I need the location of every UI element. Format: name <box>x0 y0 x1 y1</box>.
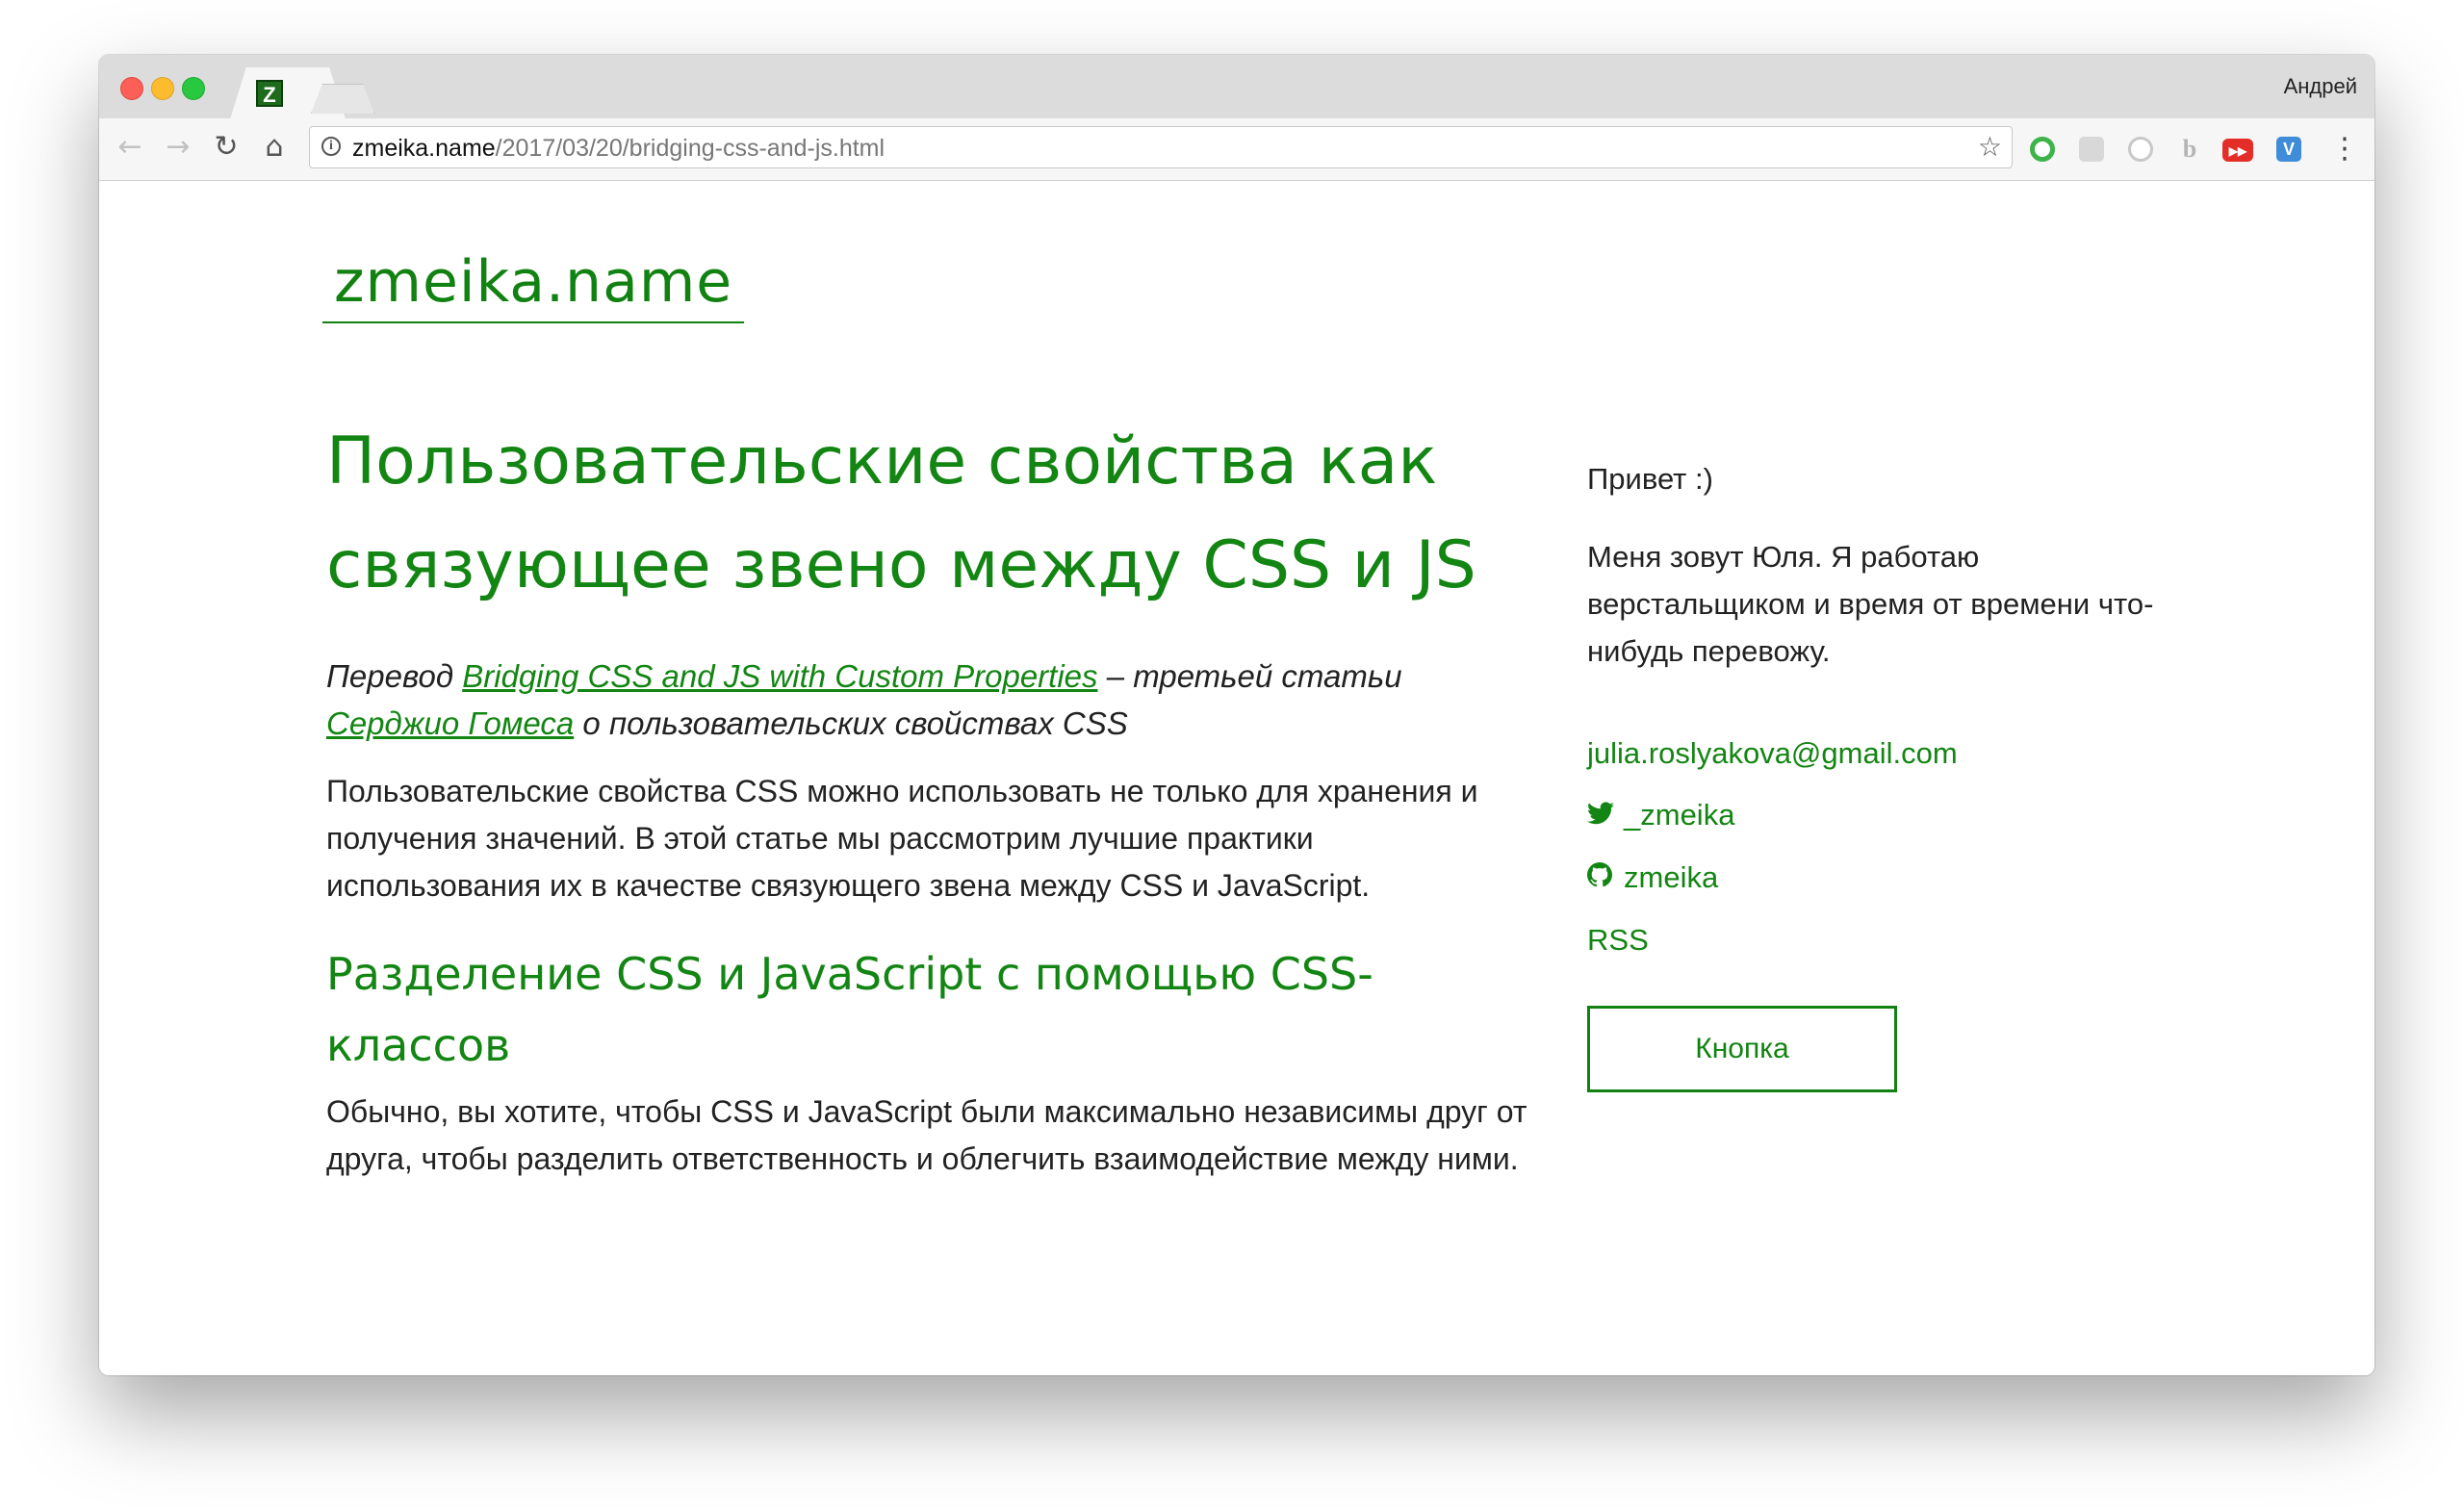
sidebar-item-email: julia.roslyakova@gmail.com <box>1587 723 2165 784</box>
url-path: /2017/03/20/bridging-css-and-js.html <box>495 135 886 162</box>
sidebar-greeting: Привет :) <box>1587 462 1713 496</box>
demo-button[interactable]: Кнопка <box>1587 1006 1897 1092</box>
close-window-button[interactable] <box>120 77 143 100</box>
article-title: Пользовательские свойства как связующее … <box>326 423 1476 603</box>
sidebar-item-twitter: _zmeika <box>1587 784 2165 847</box>
back-arrow-icon[interactable]: ← <box>113 130 147 165</box>
article-intro: Перевод Bridging CSS and JS with Custom … <box>326 653 1529 747</box>
sidebar-links: julia.roslyakova@gmail.com _zmeika zmeik… <box>1587 723 2165 971</box>
minimize-window-button[interactable] <box>151 77 174 100</box>
email-link[interactable]: julia.roslyakova@gmail.com <box>1587 736 1958 770</box>
maximize-window-button[interactable] <box>182 77 205 100</box>
article-paragraph: Обычно, вы хотите, чтобы CSS и JavaScrip… <box>326 1094 1527 1176</box>
extension-green-icon[interactable] <box>2030 137 2055 162</box>
article-paragraph: Пользовательские свойства CSS можно испо… <box>326 774 1478 903</box>
sidebar-item-rss: RSS <box>1587 909 2165 971</box>
intro-mid: – третьей статьи <box>1097 658 1402 694</box>
twitter-icon <box>1587 785 1624 847</box>
section-title: Разделение CSS и JavaScript с помощью CS… <box>326 948 1373 1071</box>
menu-icon[interactable]: ⋮ <box>2330 132 2359 166</box>
url-host: zmeika.name <box>352 135 496 162</box>
rss-link[interactable]: RSS <box>1587 923 1649 957</box>
page-content: zmeika.name Пользовательские свойства ка… <box>99 181 2374 1375</box>
tab-strip: Z Андрей <box>99 55 2374 119</box>
intro-original-link[interactable]: Bridging CSS and JS with Custom Properti… <box>462 658 1097 694</box>
extension-youtube-icon[interactable]: ▶▶ <box>2222 139 2253 162</box>
article: Пользовательские свойства как связующее … <box>326 410 1529 1183</box>
extension-v-icon[interactable]: V <box>2276 137 2301 162</box>
intro-suffix: о пользовательских свойствах CSS <box>574 705 1128 741</box>
address-bar[interactable]: i zmeika.name/2017/03/20/bridging-css-an… <box>309 126 2013 168</box>
sidebar-item-github: zmeika <box>1587 847 2165 909</box>
sidebar: Привет :) Меня зовут Юля. Я работаю верс… <box>1587 455 2165 1092</box>
github-link[interactable]: zmeika <box>1624 860 1718 894</box>
forward-arrow-icon[interactable]: → <box>161 130 195 165</box>
intro-author-link[interactable]: Серджио Гомеса <box>326 705 574 741</box>
extension-grid-icon[interactable] <box>2079 137 2104 162</box>
home-icon[interactable]: ⌂ <box>257 130 292 165</box>
sidebar-about: Меня зовут Юля. Я работаю верстальщиком … <box>1587 540 2154 668</box>
tab-favicon-icon: Z <box>256 80 283 107</box>
profile-button[interactable]: Андрей <box>2284 74 2357 99</box>
info-icon[interactable]: i <box>321 137 341 156</box>
intro-prefix: Перевод <box>326 658 463 694</box>
url-text[interactable]: zmeika.name/2017/03/20/bridging-css-and-… <box>352 135 885 163</box>
bookmark-star-icon[interactable]: ☆ <box>1978 131 2002 164</box>
browser-toolbar: ← → ↻ ⌂ i zmeika.name/2017/03/20/bridgin… <box>99 118 2374 181</box>
twitter-link[interactable]: _zmeika <box>1624 798 1734 832</box>
browser-window: Z Андрей ← → ↻ ⌂ i zmeika.name/2017/03/2… <box>99 55 2374 1375</box>
github-icon <box>1587 848 1624 909</box>
extension-circle-icon[interactable] <box>2128 137 2153 162</box>
extension-b-icon[interactable]: b <box>2177 137 2202 162</box>
reload-icon[interactable]: ↻ <box>209 130 244 165</box>
site-brand-link[interactable]: zmeika.name <box>322 248 745 323</box>
